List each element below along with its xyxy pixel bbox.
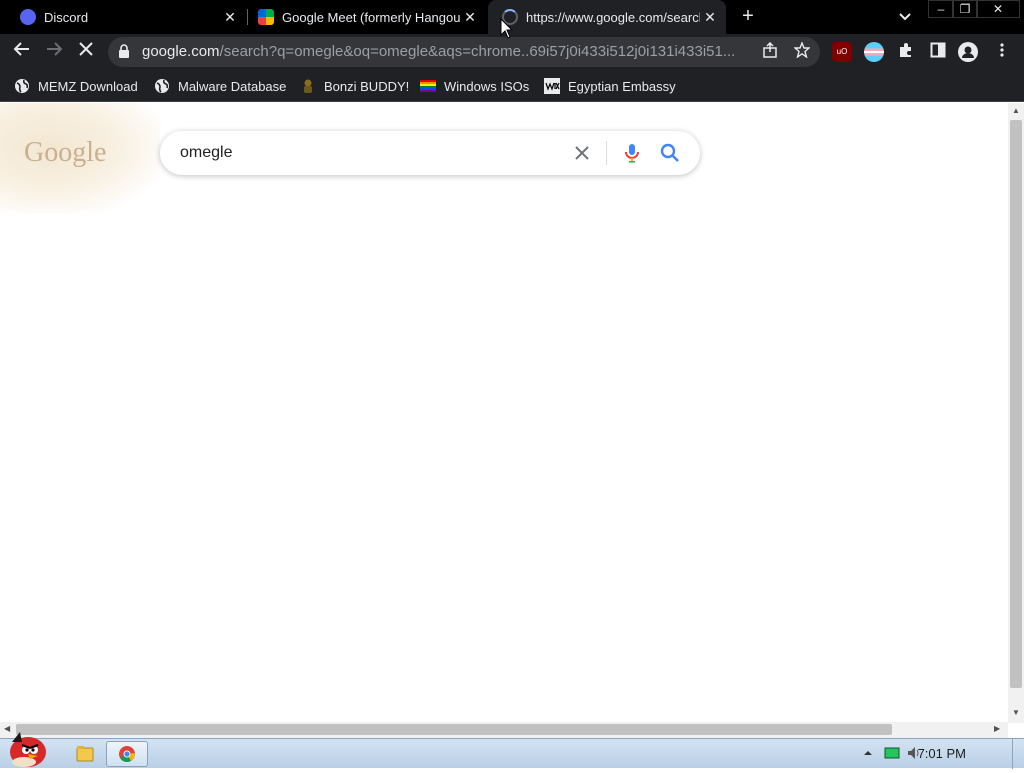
bookmark-label: Egyptian Embassy — [568, 78, 676, 94]
bookmark-label: Malware Database — [178, 78, 287, 94]
bookmark-bonzi-buddy[interactable]: Bonzi BUDDY! — [300, 76, 409, 96]
tab-google-meet[interactable]: Google Meet (formerly Hangouts) ✕ — [248, 0, 486, 34]
close-window-button[interactable]: ✕ — [976, 0, 1020, 18]
close-icon[interactable]: ✕ — [700, 9, 720, 26]
address-bar[interactable]: google.com/search?q=omegle&oq=omegle&aqs… — [108, 37, 820, 67]
network-icon[interactable] — [884, 745, 900, 761]
taskbar: 7:01 PM — [0, 738, 1024, 769]
start-button[interactable] — [2, 730, 48, 768]
bonzi-icon — [304, 79, 312, 93]
file-explorer-button[interactable] — [64, 741, 106, 767]
vertical-scroll-thumb[interactable] — [1010, 120, 1022, 688]
side-panel-icon[interactable] — [928, 42, 948, 62]
scroll-up-arrow-icon[interactable]: ▲ — [1012, 106, 1020, 115]
globe-icon — [15, 79, 29, 93]
mouse-cursor-icon — [500, 18, 514, 39]
page-content: Google — [0, 103, 1008, 723]
show-hidden-icons-arrow-icon[interactable] — [860, 745, 876, 761]
folder-icon — [76, 746, 94, 762]
voice-search-button[interactable] — [620, 141, 644, 165]
show-desktop-button[interactable] — [1012, 739, 1024, 769]
horizontal-scroll-thumb[interactable] — [16, 724, 892, 735]
url-text[interactable]: google.com/search?q=omegle&oq=omegle&aqs… — [142, 43, 752, 60]
search-submit-button[interactable] — [658, 141, 682, 165]
bookmark-label: Bonzi BUDDY! — [324, 78, 410, 94]
bookmarks-bar: MEMZ Download Malware Database Bonzi BUD… — [0, 70, 1024, 102]
google-meet-icon — [258, 9, 274, 25]
chrome-taskbar-button[interactable] — [106, 741, 148, 767]
flag-extension-icon[interactable] — [864, 42, 884, 62]
rainbow-flag-icon — [420, 80, 436, 92]
puzzle-piece-icon[interactable] — [896, 42, 916, 62]
bookmark-star-icon[interactable] — [792, 41, 812, 62]
globe-icon — [155, 79, 169, 93]
search-icon — [660, 143, 679, 162]
stop-x-icon — [79, 42, 93, 56]
tab-google-search[interactable]: https://www.google.com/search?q=omegle ✕ — [488, 0, 726, 34]
close-icon[interactable]: ✕ — [220, 9, 240, 26]
url-path: /search?q=omegle&oq=omegle&aqs=chrome..6… — [219, 43, 736, 60]
new-tab-button[interactable]: + — [736, 4, 760, 28]
taskbar-clock[interactable]: 7:01 PM — [918, 746, 966, 761]
angry-bird-start-icon — [10, 732, 46, 767]
scroll-down-arrow-icon[interactable]: ▼ — [1012, 708, 1020, 717]
url-host: google.com — [142, 43, 220, 60]
back-arrow-icon — [13, 42, 29, 56]
bookmark-egyptian-embassy[interactable]: Egyptian Embassy — [544, 76, 676, 96]
profile-icon[interactable] — [958, 42, 978, 62]
tab-search-chevron-icon[interactable] — [894, 6, 916, 28]
wix-icon — [544, 78, 560, 94]
bookmark-malware-database[interactable]: Malware Database — [154, 76, 286, 96]
bookmark-label: MEMZ Download — [38, 78, 138, 94]
share-icon[interactable] — [760, 41, 780, 62]
search-box — [160, 131, 700, 175]
close-icon[interactable]: ✕ — [460, 9, 480, 26]
tab-label: Google Meet (formerly Hangouts) — [282, 9, 460, 25]
bookmark-label: Windows ISOs — [444, 78, 530, 94]
discord-icon — [20, 9, 36, 25]
tab-label: Discord — [44, 9, 89, 25]
chrome-icon — [119, 746, 135, 762]
forward-arrow-icon — [47, 42, 63, 56]
menu-dots-icon[interactable] — [992, 42, 1012, 62]
microphone-icon — [625, 144, 639, 163]
restore-button[interactable]: ❐ — [952, 0, 978, 18]
clear-search-button[interactable] — [570, 141, 594, 165]
lock-icon — [119, 44, 129, 58]
close-icon — [575, 146, 589, 160]
stop-loading-button[interactable] — [74, 40, 98, 64]
search-input[interactable] — [180, 141, 560, 165]
bookmark-windows-isos[interactable]: Windows ISOs — [420, 76, 529, 96]
ublock-origin-icon[interactable]: uO — [832, 42, 852, 62]
search-divider — [606, 141, 607, 165]
bookmark-memz-download[interactable]: MEMZ Download — [14, 76, 138, 96]
minimize-button[interactable]: – — [928, 0, 954, 18]
back-button[interactable] — [10, 40, 34, 64]
tab-label: https://www.google.com/search?q=omegle — [526, 9, 700, 25]
tab-discord[interactable]: Discord ✕ — [0, 0, 246, 34]
scroll-right-arrow-icon[interactable]: ▶ — [994, 724, 1000, 733]
google-doodle-logo[interactable]: Google — [24, 137, 106, 169]
forward-button[interactable] — [42, 40, 66, 64]
